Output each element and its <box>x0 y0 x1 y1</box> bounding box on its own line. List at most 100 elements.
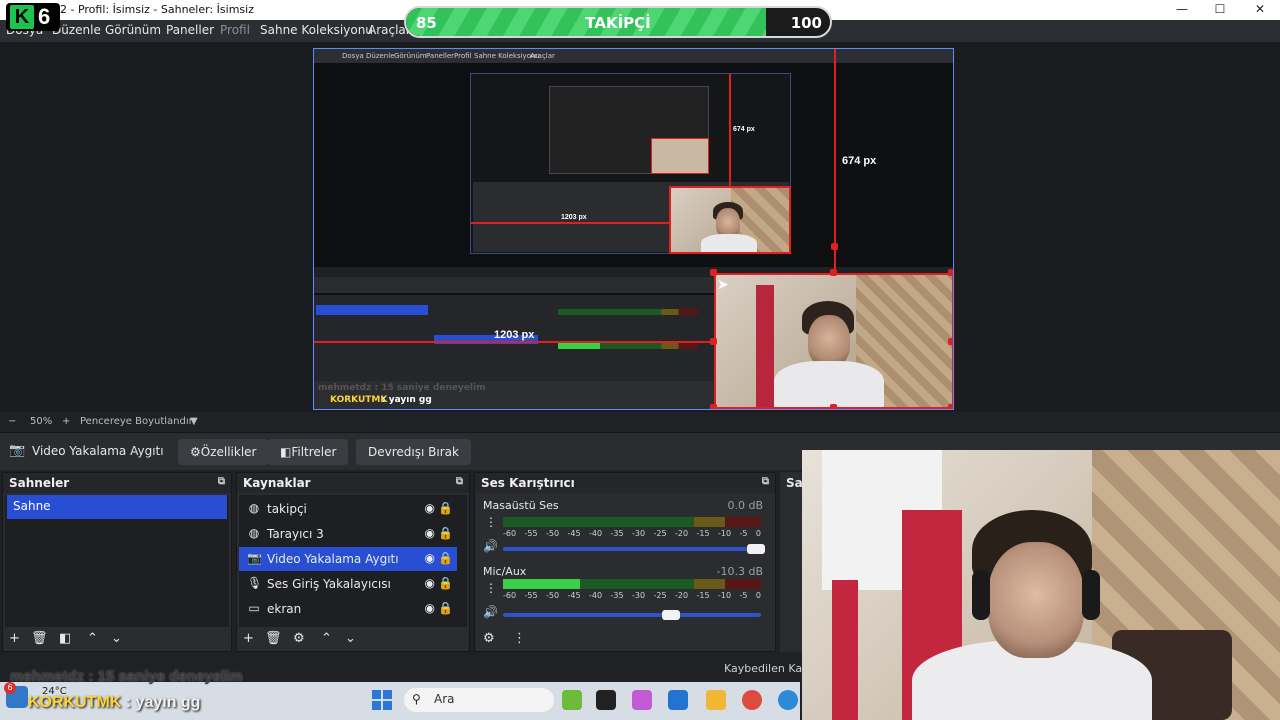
meter-tick: -10 <box>718 591 732 600</box>
nested-scene-selected <box>316 305 428 315</box>
lock-icon[interactable]: 🔒 <box>438 501 453 515</box>
zoom-dropdown-icon[interactable]: ▼ <box>190 416 198 427</box>
properties-button[interactable]: ⚙Özellikler <box>178 439 269 465</box>
resize-handle-right[interactable] <box>948 338 953 345</box>
source-item[interactable]: ◍ Tarayıcı 3 ◉ 🔒 <box>239 522 457 546</box>
lock-icon[interactable]: 🔒 <box>438 551 453 565</box>
store-icon[interactable] <box>668 690 688 710</box>
move-up-icon[interactable]: ⌃ <box>321 631 332 646</box>
visibility-eye-icon[interactable]: ◉ <box>425 526 435 540</box>
visibility-eye-icon[interactable]: ◉ <box>425 551 435 565</box>
add-scene-icon[interactable]: + <box>9 631 20 646</box>
undock-icon[interactable]: ⧉ <box>456 476 463 487</box>
sources-header: Kaynaklar ⧉ <box>237 473 469 493</box>
nested-menu-item: Profil <box>454 52 472 60</box>
menu-profile[interactable]: Profil <box>220 23 250 37</box>
meter-tick: 0 <box>755 529 761 538</box>
nested-guide-vertical <box>729 74 731 186</box>
zoom-out-button[interactable]: − <box>8 416 16 427</box>
move-down-icon[interactable]: ⌄ <box>345 631 356 646</box>
meter-ticks: -60 -55 -50 -45 -40 -35 -30 -25 -20 -15 -10 -5 0 <box>503 529 761 539</box>
meter-tick: -55 <box>524 529 538 538</box>
source-label: Video Yakalama Aygıtı <box>267 552 399 566</box>
resize-handle-bottom-left[interactable] <box>710 404 717 409</box>
volume-meter <box>503 517 761 527</box>
delete-source-icon[interactable]: 🗑 <box>265 631 282 646</box>
zoom-in-button[interactable]: + <box>62 416 70 427</box>
move-down-icon[interactable]: ⌄ <box>111 631 122 646</box>
visibility-eye-icon[interactable]: ◉ <box>425 601 435 615</box>
taskbar-app-icon[interactable] <box>596 690 616 710</box>
weather-widget[interactable]: 6 <box>4 682 28 708</box>
resize-handle-top-left[interactable] <box>710 269 717 276</box>
close-button[interactable]: ✕ <box>1240 2 1280 16</box>
chat-message: mehmetdz : 15 saniye deneyelim <box>10 668 243 685</box>
scenes-title: Sahneler <box>9 476 70 490</box>
source-item[interactable]: 📷 Video Yakalama Aygıtı ◉ 🔒 <box>239 547 457 571</box>
advanced-audio-icon[interactable]: ⚙ <box>483 631 495 646</box>
maximize-button[interactable]: ☐ <box>1200 2 1240 16</box>
add-source-icon[interactable]: + <box>243 631 254 646</box>
source-item[interactable]: ◍ takipçi ◉ 🔒 <box>239 497 457 521</box>
move-up-icon[interactable]: ⌃ <box>87 631 98 646</box>
menu-scene-collection[interactable]: Sahne Koleksiyonu <box>260 23 373 37</box>
meter-tick: -30 <box>632 529 646 538</box>
volume-meter <box>503 579 761 589</box>
scene-filters-icon[interactable]: ◧ <box>59 631 71 646</box>
mixer-menu-icon[interactable]: ⋮ <box>513 631 526 646</box>
visibility-eye-icon[interactable]: ◉ <box>425 501 435 515</box>
guide-handle-top[interactable] <box>831 243 838 250</box>
source-item[interactable]: ▭ ekran ◉ 🔒 <box>239 597 457 621</box>
undock-icon[interactable]: ⧉ <box>218 476 225 487</box>
fader-knob[interactable] <box>746 544 765 554</box>
preview-face <box>808 315 850 367</box>
file-explorer-icon[interactable] <box>706 690 726 710</box>
lock-icon[interactable]: 🔒 <box>438 526 453 540</box>
channel-menu-icon[interactable]: ⋮ <box>485 581 497 595</box>
audio-mixer-dock: Ses Karıştırıcı ⧉ Masaüstü Ses 0.0 dB ⋮ … <box>474 472 776 652</box>
visibility-eye-icon[interactable]: ◉ <box>425 576 435 590</box>
resize-handle-bottom[interactable] <box>830 404 837 409</box>
fit-to-window-button[interactable]: Pencereye Boyutlandır <box>80 416 193 427</box>
volume-fader[interactable] <box>503 610 761 620</box>
taskbar-app-icon[interactable] <box>562 690 582 710</box>
source-properties-icon[interactable]: ⚙ <box>293 631 305 646</box>
meter-tick: -5 <box>739 529 748 538</box>
lock-icon[interactable]: 🔒 <box>438 601 453 615</box>
resize-handle-left[interactable] <box>710 338 717 345</box>
volume-fader[interactable] <box>503 544 765 554</box>
taskbar-search-input[interactable]: ⚲ Ara <box>404 688 554 712</box>
resize-handle-top[interactable] <box>830 269 837 276</box>
speaker-icon[interactable]: 🔊 <box>483 605 498 619</box>
chat-message: KORKUTMK : yayın gg <box>28 694 200 712</box>
channel-name: Masaüstü Ses <box>483 499 559 512</box>
windows-start-icon[interactable] <box>372 690 392 710</box>
preview-webcam-source[interactable] <box>714 273 953 409</box>
source-item[interactable]: 🎙 Ses Giriş Yakalayıcısı ◉ 🔒 <box>239 572 457 596</box>
resize-handle-bottom-right[interactable] <box>948 404 953 409</box>
preview-canvas[interactable]: Dosya Düzenle Görünüm Paneller Profil Sa… <box>313 48 954 410</box>
deactivate-button[interactable]: Devredışı Bırak <box>356 439 471 465</box>
lock-icon[interactable]: 🔒 <box>438 576 453 590</box>
edge-icon[interactable] <box>778 690 798 710</box>
meter-tick: -25 <box>653 591 667 600</box>
resize-handle-top-right[interactable] <box>948 269 953 276</box>
menu-view[interactable]: Görünüm <box>105 23 161 37</box>
delete-scene-icon[interactable]: 🗑 <box>31 631 48 646</box>
volume-meter-level <box>503 579 581 589</box>
chrome-icon[interactable] <box>742 690 762 710</box>
copilot-icon[interactable] <box>632 690 652 710</box>
undock-icon[interactable]: ⧉ <box>762 476 769 487</box>
mixer-channel-mic: Mic/Aux -10.3 dB ⋮ -60 -55 -50 -45 -40 -35 -30… <box>477 565 773 629</box>
scene-transitions-title: Sa <box>786 476 803 490</box>
minimize-button[interactable]: — <box>1162 2 1202 16</box>
search-placeholder: Ara <box>434 692 455 706</box>
filters-button[interactable]: ◧Filtreler <box>268 439 349 465</box>
nested-preview: 674 px 1203 px <box>470 73 791 254</box>
camera-icon: 📷 <box>9 443 26 458</box>
fader-knob[interactable] <box>661 610 680 620</box>
channel-menu-icon[interactable]: ⋮ <box>485 515 497 529</box>
menu-docks[interactable]: Paneller <box>166 23 214 37</box>
scene-item[interactable]: Sahne <box>7 495 227 519</box>
speaker-icon[interactable]: 🔊 <box>483 539 498 553</box>
